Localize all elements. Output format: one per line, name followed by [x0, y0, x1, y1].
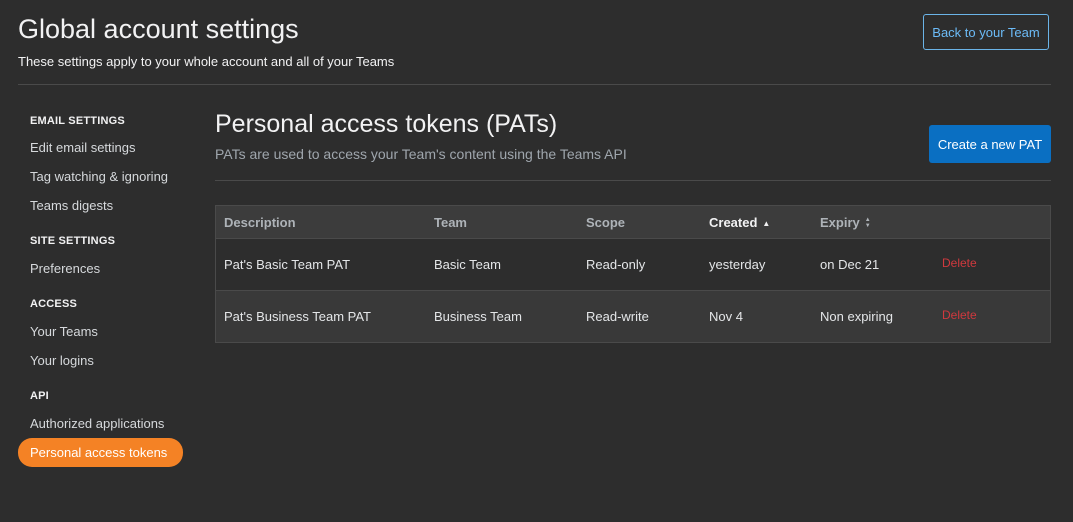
- sidebar-heading-email: EMAIL SETTINGS: [30, 115, 125, 127]
- column-label: Scope: [586, 214, 626, 230]
- cell-team: Business Team: [434, 309, 522, 324]
- cell-created: yesterday: [709, 257, 766, 272]
- section-divider: [215, 180, 1051, 181]
- sidebar-heading-api: API: [30, 390, 49, 402]
- cell-scope: Read-write: [586, 309, 649, 324]
- sidebar-heading-site: SITE SETTINGS: [30, 235, 116, 247]
- back-to-team-button[interactable]: Back to your Team: [923, 14, 1049, 50]
- table-row: Pat's Business Team PAT Business Team Re…: [216, 290, 1050, 342]
- table-row: Pat's Basic Team PAT Basic Team Read-onl…: [216, 239, 1050, 290]
- sort-toggle-icon: ▲ ▼: [864, 217, 871, 230]
- sidebar-item-edit-email[interactable]: Edit email settings: [18, 133, 188, 162]
- create-pat-button[interactable]: Create a new PAT: [929, 125, 1051, 163]
- sidebar-item-tag-watching[interactable]: Tag watching & ignoring: [18, 162, 188, 191]
- sidebar-item-preferences[interactable]: Preferences: [18, 254, 188, 283]
- sidebar-item-teams-digests[interactable]: Teams digests: [18, 191, 188, 220]
- column-label: Team: [434, 214, 467, 230]
- cell-created: Nov 4: [709, 309, 743, 324]
- pat-table: Description Team Scope Created ▲ Expiry ▲ ▼…: [215, 205, 1051, 343]
- settings-sidebar: EMAIL SETTINGS Edit email settings Tag w…: [18, 100, 188, 467]
- table-header: Description Team Scope Created ▲ Expiry ▲ ▼: [216, 206, 1050, 239]
- page-subtitle: These settings apply to your whole accou…: [18, 54, 395, 69]
- cell-scope: Read-only: [586, 257, 646, 272]
- sidebar-item-authorized-apps[interactable]: Authorized applications: [18, 409, 188, 438]
- cell-description: Pat's Basic Team PAT: [224, 257, 351, 272]
- cell-actions: Delete: [938, 308, 1050, 324]
- column-header-team[interactable]: Team: [425, 215, 577, 230]
- column-header-expiry[interactable]: Expiry ▲ ▼: [812, 215, 938, 230]
- sidebar-item-your-logins[interactable]: Your logins: [18, 346, 188, 375]
- section-subtitle: PATs are used to access your Team's cont…: [215, 146, 627, 162]
- header-divider: [18, 84, 1051, 85]
- column-header-description[interactable]: Description: [216, 215, 425, 230]
- cell-actions: Delete: [938, 256, 1050, 272]
- column-label: Expiry: [820, 214, 860, 230]
- sidebar-item-personal-access-tokens[interactable]: Personal access tokens: [18, 438, 183, 467]
- cell-team: Basic Team: [434, 257, 501, 272]
- delete-link[interactable]: Delete: [942, 308, 977, 322]
- sidebar-heading-access: ACCESS: [30, 298, 78, 310]
- cell-expiry: on Dec 21: [820, 257, 880, 272]
- column-label: Description: [224, 214, 296, 230]
- page-title: Global account settings: [18, 14, 299, 44]
- delete-link[interactable]: Delete: [942, 256, 977, 270]
- cell-expiry: Non expiring: [820, 309, 893, 324]
- sort-ascending-icon: ▲: [762, 218, 771, 228]
- column-label: Created: [709, 214, 758, 230]
- column-header-scope[interactable]: Scope: [577, 215, 701, 230]
- cell-description: Pat's Business Team PAT: [224, 309, 371, 324]
- column-header-created[interactable]: Created ▲: [701, 215, 812, 230]
- section-title: Personal access tokens (PATs): [215, 110, 558, 138]
- sidebar-item-your-teams[interactable]: Your Teams: [18, 317, 188, 346]
